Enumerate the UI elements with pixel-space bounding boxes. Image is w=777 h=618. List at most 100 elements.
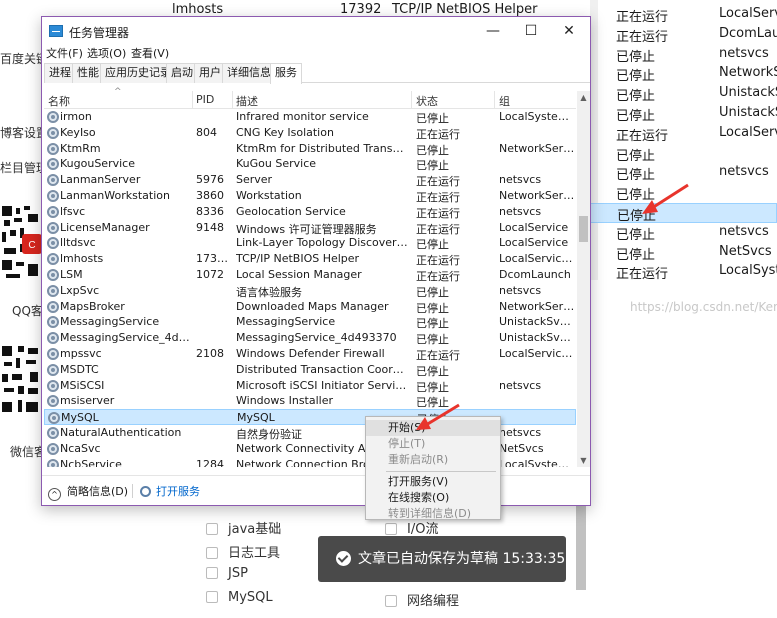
bg-service-row: 已停止 netsvcs — [590, 45, 777, 65]
service-status: 正在运行 — [416, 270, 460, 283]
task-manager-window: 任务管理器 — ☐ ✕ 文件(F) 选项(O) 查看(V) 进程 性能 应用历史… — [41, 16, 591, 506]
service-row[interactable]: LanmanWorkstation 3860 Workstation 正在运行 Netw… — [44, 188, 576, 204]
service-status: 已停止 — [416, 333, 449, 347]
service-row[interactable]: KeyIso 804 CNG Key Isolation 正在运行 — [44, 125, 576, 141]
tag-checkbox[interactable]: MySQL — [206, 590, 273, 605]
context-menu-item[interactable]: 停止(T) — [366, 436, 500, 452]
service-row[interactable]: KtmRm KtmRm for Distributed Transactio...… — [44, 141, 576, 157]
tag-checkbox[interactable]: java基础 — [206, 518, 281, 537]
checkbox-box[interactable] — [206, 567, 218, 579]
column-group[interactable]: 组 — [499, 93, 510, 109]
title-bar[interactable]: 任务管理器 — ☐ ✕ — [42, 17, 590, 45]
tag-label: java基础 — [228, 522, 282, 537]
service-row[interactable]: LanmanServer 5976 Server 正在运行 netsvcs — [44, 172, 576, 188]
context-menu-item[interactable]: 打开服务(V) — [366, 474, 500, 490]
checkbox-box[interactable] — [206, 591, 218, 603]
menu-separator — [386, 471, 496, 472]
tab-details[interactable]: 详细信息 — [222, 63, 276, 83]
bg-row-name: lmhosts — [172, 2, 224, 17]
service-name: LicenseManager — [60, 220, 150, 234]
service-row[interactable]: MessagingService MessagingService 已停止 Unist… — [44, 314, 576, 330]
service-description: MessagingService_4d493370 — [236, 331, 397, 345]
tag-checkbox[interactable]: 网络编程 — [385, 590, 459, 609]
column-pid[interactable]: PID — [196, 93, 214, 106]
fewer-details-button[interactable]: ^ 简略信息(D) — [48, 483, 128, 501]
service-gear-icon — [47, 158, 59, 171]
close-button[interactable]: ✕ — [550, 17, 588, 45]
service-row[interactable]: lmhosts 17392 TCP/IP NetBIOS Helper 正在运行 Loc… — [44, 251, 576, 267]
service-row[interactable]: msiserver Windows Installer 已停止 — [44, 393, 576, 409]
service-row[interactable]: lfsvc 8336 Geolocation Service 正在运行 netsvcs — [44, 204, 576, 220]
service-status: 已停止 — [416, 301, 449, 315]
column-name[interactable]: 名称 — [48, 93, 70, 109]
svg-text:C: C — [28, 240, 35, 251]
checkbox-box[interactable] — [206, 547, 218, 559]
bg-row-group: NetSvcs — [719, 243, 772, 259]
service-pid: 2108 — [196, 347, 224, 360]
minimize-button[interactable]: — — [474, 17, 512, 45]
column-divider[interactable] — [494, 91, 495, 109]
service-gear-icon — [47, 316, 59, 329]
vertical-scrollbar[interactable]: ▲ ▼ — [577, 91, 590, 467]
service-row[interactable]: KugouService KuGou Service 已停止 — [44, 156, 576, 172]
context-menu-item[interactable]: 重新启动(R) — [366, 452, 500, 468]
service-status: 已停止 — [416, 285, 449, 299]
service-description: Local Session Manager — [236, 268, 362, 281]
service-row[interactable]: mpssvc 2108 Windows Defender Firewall 正在运行 L… — [44, 346, 576, 362]
scroll-down-icon[interactable]: ▼ — [577, 454, 590, 467]
service-description: CNG Key Isolation — [236, 125, 334, 139]
menu-file[interactable]: 文件(F) — [46, 45, 83, 61]
scroll-thumb[interactable] — [579, 216, 588, 242]
service-row[interactable]: MapsBroker Downloaded Maps Manager 已停止 Netw… — [44, 299, 576, 315]
tag-checkbox[interactable]: 日志工具 — [206, 542, 280, 561]
column-divider[interactable] — [192, 91, 193, 109]
context-menu-item[interactable]: 转到详细信息(D) — [366, 506, 500, 522]
checkbox-box[interactable] — [385, 595, 397, 607]
service-row[interactable]: LicenseManager 9148 Windows 许可证管理器服务 正在运行 Lo… — [44, 220, 576, 236]
bg-row-group: netsvcs — [719, 164, 769, 180]
annotation-arrow-icon — [416, 403, 460, 430]
tab-services[interactable]: 服务 — [270, 63, 302, 84]
menu-bar: 文件(F) 选项(O) 查看(V) — [42, 43, 590, 61]
context-menu-item[interactable]: 在线搜索(O) — [366, 490, 500, 506]
column-status[interactable]: 状态 — [416, 93, 438, 109]
service-name: LSM — [60, 268, 83, 281]
checkbox-box[interactable] — [206, 523, 218, 535]
tag-label: I/O流 — [407, 522, 439, 537]
scroll-up-icon[interactable]: ▲ — [577, 91, 590, 104]
service-row[interactable]: lltdsvc Link-Layer Topology Discovery M..… — [44, 235, 576, 251]
checkbox-box[interactable] — [385, 523, 397, 535]
service-pid: 1284 — [196, 457, 224, 467]
tag-checkbox[interactable]: JSP — [206, 566, 248, 581]
service-group: NetSvcs — [499, 441, 544, 455]
service-status: 已停止 — [416, 159, 449, 173]
service-row[interactable]: MSiSCSI Microsoft iSCSI Initiator Service… — [44, 378, 576, 394]
service-name: LanmanServer — [60, 173, 141, 187]
menu-view[interactable]: 查看(V) — [131, 45, 169, 61]
open-services-link[interactable]: 打开服务 — [140, 483, 200, 499]
service-name: NcaSvc — [60, 441, 101, 455]
open-services-label: 打开服务 — [156, 485, 200, 498]
bg-row-group: DcomLaun — [719, 25, 777, 41]
menu-options[interactable]: 选项(O) — [87, 45, 126, 61]
service-row[interactable]: LSM 1072 Local Session Manager 正在运行 DcomLaun… — [44, 267, 576, 283]
maximize-button[interactable]: ☐ — [512, 17, 550, 45]
tag-label: 日志工具 — [228, 546, 281, 561]
tag-label: JSP — [228, 566, 248, 581]
service-description: Windows 许可证管理器服务 — [236, 222, 377, 236]
service-row[interactable]: MSDTC Distributed Transaction Coordina...… — [44, 362, 576, 378]
service-status: 已停止 — [416, 380, 449, 394]
service-gear-icon — [47, 284, 59, 297]
service-row[interactable]: irmon Infrared monitor service 已停止 LocalSys… — [44, 109, 576, 125]
service-description: Geolocation Service — [236, 204, 346, 218]
bg-service-row: 已停止 UnistackS — [590, 104, 777, 124]
service-gear-icon — [47, 379, 59, 392]
service-row[interactable]: MessagingService_4d49... MessagingService… — [44, 330, 576, 346]
tab-app-history[interactable]: 应用历史记录 — [100, 63, 176, 83]
service-status: 已停止 — [416, 364, 449, 378]
column-divider[interactable] — [411, 91, 412, 109]
column-divider[interactable] — [232, 91, 233, 109]
service-row[interactable]: LxpSvc 语言体验服务 已停止 netsvcs — [44, 283, 576, 299]
column-description[interactable]: 描述 — [236, 93, 258, 109]
service-description: Link-Layer Topology Discovery M... — [236, 236, 408, 250]
